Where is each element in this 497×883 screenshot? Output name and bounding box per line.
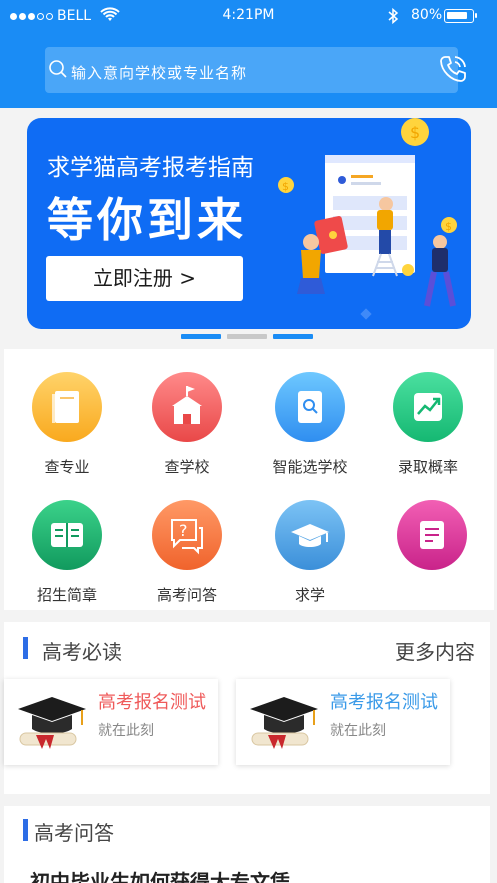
carousel-indicator[interactable]	[0, 334, 497, 340]
question-chat-icon: ?	[152, 500, 222, 570]
feature-label: 查学校	[164, 458, 210, 476]
feature-admission-probability[interactable]: 录取概率	[368, 372, 488, 477]
section-title: 高考问答	[34, 821, 114, 845]
banner-illustration: $ $ $	[278, 118, 457, 320]
search-input[interactable]: 输入意向学校或专业名称	[45, 47, 458, 93]
feature-label: 求学	[294, 586, 325, 604]
battery-percent: 80%	[411, 7, 443, 23]
feature-label: 查专业	[44, 458, 90, 476]
document-icon	[397, 500, 467, 570]
feature-document[interactable]	[372, 500, 492, 584]
graduation-cap-diploma-icon	[250, 697, 318, 749]
search-book-icon	[275, 372, 345, 442]
open-book-icon	[32, 500, 102, 570]
svg-text:$: $	[282, 180, 289, 193]
header: BELL 4:21PM 80% 输入意向学校或专业名称	[0, 0, 497, 108]
section-title: 高考必读	[42, 640, 122, 664]
card-subtitle: 就在此刻	[98, 723, 154, 739]
banner-title: 等你到来	[47, 193, 247, 247]
must-read-card-2[interactable]: 高考报名测试 就在此刻	[236, 679, 450, 765]
feature-label: 高考问答	[156, 586, 217, 604]
feature-admission-guide[interactable]: 招生简章	[7, 500, 127, 605]
feature-label: 录取概率	[397, 458, 458, 476]
status-bar: BELL 4:21PM 80%	[0, 0, 497, 32]
qa-question-item[interactable]: 初中毕业生如何获得大专文凭	[30, 866, 290, 883]
promo-banner[interactable]: 求学猫高考报考指南 等你到来 立即注册 > $ $ $	[27, 118, 471, 329]
feature-study[interactable]: 求学	[250, 500, 370, 605]
section-accent-bar	[23, 819, 28, 841]
svg-text:$: $	[410, 123, 420, 142]
carousel-dot-3[interactable]	[273, 334, 313, 339]
more-content-link[interactable]: 更多内容	[395, 636, 475, 665]
graduation-cap-icon	[275, 500, 345, 570]
carousel-dot-1[interactable]	[181, 334, 221, 339]
search-placeholder: 输入意向学校或专业名称	[71, 64, 248, 82]
feature-qa[interactable]: ? 高考问答	[127, 500, 247, 605]
graduation-cap-diploma-icon	[18, 697, 86, 749]
bluetooth-icon	[387, 7, 399, 29]
search-icon	[48, 59, 68, 83]
svg-text:?: ?	[179, 521, 188, 540]
feature-school[interactable]: 查学校	[127, 372, 247, 477]
feature-grid: 查专业 查学校 智能选学校 录取概率 招生简章 ? 高考问答 求学	[4, 349, 494, 610]
feature-smart-select[interactable]: 智能选学校	[250, 372, 370, 477]
feature-label: 智能选学校	[272, 458, 348, 476]
card-title: 高考报名测试	[330, 692, 438, 713]
feature-major[interactable]: 查专业	[7, 372, 127, 477]
banner-subtitle: 求学猫高考报考指南	[47, 155, 254, 181]
must-read-card-1[interactable]: 高考报名测试 就在此刻	[4, 679, 218, 765]
school-icon	[152, 372, 222, 442]
card-subtitle: 就在此刻	[330, 723, 386, 739]
banner-area: 求学猫高考报考指南 等你到来 立即注册 > $ $ $	[0, 108, 497, 348]
section-accent-bar	[23, 637, 28, 659]
carousel-dot-2[interactable]	[227, 334, 267, 339]
trend-chart-icon	[393, 372, 463, 442]
feature-label: 招生简章	[36, 586, 97, 604]
svg-text:$: $	[445, 220, 452, 233]
register-button[interactable]: 立即注册 >	[46, 256, 243, 301]
phone-call-icon[interactable]	[437, 53, 469, 89]
card-title: 高考报名测试	[98, 692, 206, 713]
battery-icon	[444, 9, 477, 23]
book-icon	[32, 372, 102, 442]
